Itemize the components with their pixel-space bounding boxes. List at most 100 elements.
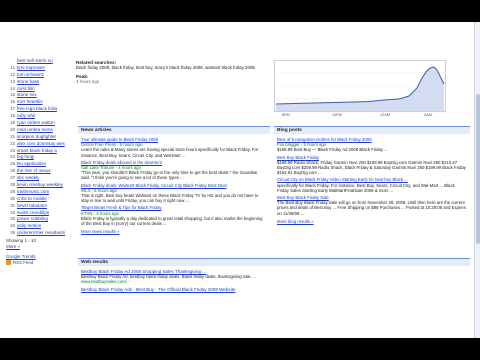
trend-rank: 26 — [10, 168, 15, 174]
news-snippet: Black Friday is typically a day dedicate… — [81, 215, 263, 227]
sidebar-trend-item[interactable]: 27 sbc weekly — [6, 175, 68, 182]
trend-link[interactable]: power cobbling — [17, 216, 48, 223]
trend-link[interactable]: smart black friday a — [17, 148, 57, 155]
main-content: Related searches: black friday 2008, bla… — [76, 60, 472, 117]
hot-trends-sidebar: best sell sterni nu 11 tyre naproxen 12 tom … — [6, 58, 68, 266]
trend-rank: 15 — [10, 92, 15, 98]
blog-item: Best Buy Black Friday Sale The Best Buy B… — [277, 195, 467, 216]
sidebar-trend-item[interactable]: 19 ryan orders walton — [6, 120, 68, 127]
web-results-header: Web results — [78, 258, 470, 266]
sidebar-trend-item[interactable]: best sell sterni nu — [6, 58, 68, 65]
trend-link[interactable]: the rise of nexus — [17, 168, 51, 175]
news-articles-list: Your ultimate guide to Black Friday 2008… — [81, 137, 267, 234]
web-result-title[interactable]: Bestbuy Black Friday Ads - Best Buy - Th… — [81, 287, 467, 292]
news-item: Target Beats Fresh & Tips for Black Frid… — [81, 205, 267, 226]
sidebar-trend-item[interactable]: 24 big fungi — [6, 154, 68, 161]
trend-rank: 22 — [10, 140, 15, 146]
vertical-scrollbar[interactable] — [474, 22, 480, 338]
sidebar-trend-item[interactable]: 12 tom schwartz — [6, 72, 68, 79]
sidebar-trend-item[interactable]: 31 bevel tabulator — [6, 203, 68, 210]
web-result-url: www.bestbuysales.com/ - — [81, 279, 130, 285]
sidebar-trend-item[interactable]: 13 stone bass — [6, 79, 68, 86]
sidebar-trend-item[interactable]: 18 ruby whit — [6, 113, 68, 120]
trend-rank: 27 — [10, 175, 15, 181]
trend-link[interactable]: tyre naproxen — [17, 65, 45, 72]
news-articles-header: News articles — [78, 126, 270, 134]
trend-link[interactable]: cnhs to mobile — [17, 196, 47, 203]
trend-link[interactable]: torrr heartilis — [17, 99, 43, 106]
trend-tick-3: 12AM — [380, 113, 390, 117]
trend-rank: 12 — [10, 71, 15, 77]
google-trends-link[interactable]: Google Trends — [6, 254, 68, 259]
sidebar-trend-item[interactable]: 33 power cobbling — [6, 216, 68, 223]
trend-link[interactable]: tom schwartz — [17, 72, 44, 79]
trend-link[interactable]: bevel tabulator — [17, 203, 47, 210]
trend-link[interactable]: alex com doomsay wes — [17, 141, 65, 148]
trend-rank: 20 — [10, 126, 15, 132]
trend-rank: 30 — [10, 195, 15, 201]
scrollbar-thumb[interactable] — [476, 94, 480, 244]
trend-link[interactable]: trashmusic.com — [17, 189, 49, 196]
trend-link[interactable]: ruby whit — [17, 113, 35, 120]
blog-snippet: $199.99 Best Buy — Black Friday Ad 2008 … — [277, 147, 388, 153]
letterbox-top — [0, 0, 480, 22]
sidebar-trend-item[interactable]: 23 smart black friday a — [6, 148, 68, 155]
sidebar-trend-item[interactable]: 34 yoliy motion — [6, 223, 68, 230]
sidebar-trend-item[interactable]: 16 torrr heartilis — [6, 99, 68, 106]
trend-link[interactable]: kevin ninebay weekley — [17, 182, 63, 189]
trend-link[interactable]: scorpion dogfighter — [17, 134, 56, 141]
sidebar-trend-item[interactable]: 25 lsu application — [6, 161, 68, 168]
news-snippet: That is right. Best buy beats Walmart on… — [81, 193, 259, 204]
web-results-list: Bestbuy Black Friday Ad 2008 Shopping Sa… — [81, 269, 467, 294]
sidebar-trend-item[interactable]: 32 swiss creed/lips — [6, 210, 68, 217]
trend-link[interactable]: yoliy motion — [17, 223, 41, 230]
trend-link[interactable]: stone mix — [17, 92, 37, 99]
sidebar-trend-item[interactable]: 29 trashmusic.com — [6, 189, 68, 196]
trend-link[interactable]: ryan orders walton — [17, 120, 55, 127]
sidebar-trend-item[interactable]: 22 alex com doomsay wes — [6, 141, 68, 148]
trend-link[interactable]: rorst film — [17, 86, 35, 93]
trend-rank: 33 — [10, 216, 15, 222]
sidebar-trend-item[interactable]: 20 rosa umbra mens — [6, 127, 68, 134]
trend-rank: 31 — [10, 202, 15, 208]
sidebar-trend-item[interactable]: 21 scorpion dogfighter — [6, 134, 68, 141]
trend-tick-2: 10PM — [332, 113, 342, 117]
web-result: Bestbuy Black Friday Ads - Best Buy - Th… — [81, 287, 467, 292]
trend-link[interactable]: lsu application — [17, 161, 46, 168]
blog-posts-list: Best of 5 navigation-clothes for Black F… — [277, 137, 467, 224]
trend-link[interactable]: sbc weekly — [17, 175, 39, 182]
trend-link[interactable]: big fungi — [17, 154, 34, 161]
sidebar-trend-item[interactable]: 26 the rise of nexus — [6, 168, 68, 175]
trend-rank: 18 — [10, 113, 15, 119]
trend-link[interactable]: free lego black frida — [17, 106, 57, 113]
trend-link[interactable]: rosa umbra mens — [17, 127, 53, 134]
sidebar-trend-item[interactable]: 30 cnhs to mobile — [6, 196, 68, 203]
sidebar-trend-item[interactable]: 35 undererrrrtier resultants — [6, 230, 68, 237]
showing-count: Showing 1 - 10 — [6, 238, 68, 243]
sidebar-trend-item[interactable]: 15 stone mix — [6, 92, 68, 99]
sidebar-trend-item[interactable]: 11 tyre naproxen — [6, 65, 68, 72]
trend-rank: 32 — [10, 209, 15, 215]
trend-link[interactable]: undererrrrtier resultants — [17, 230, 65, 237]
trend-rank: 28 — [10, 182, 15, 188]
blog-item: Best Buy Black Friday $199.99 Radio Shack… — [277, 155, 467, 176]
trend-link[interactable]: stone bass — [17, 79, 39, 86]
more-blogs-link[interactable]: More blog results » — [277, 219, 467, 224]
more-news-link[interactable]: More news results » — [81, 229, 267, 234]
trend-rank: 25 — [10, 161, 15, 167]
trend-link[interactable]: swiss creed/lips — [17, 210, 49, 217]
news-snippet: Learn the rules & Many stores are having… — [81, 147, 259, 158]
trend-rank: 21 — [10, 133, 15, 139]
more-link[interactable]: More » — [6, 244, 20, 249]
web-result: Bestbuy Black Friday Ad 2008 Shopping Sa… — [81, 269, 467, 285]
rss-icon — [6, 260, 11, 266]
sidebar-trend-item[interactable]: 14 rorst film — [6, 86, 68, 93]
trend-link[interactable]: best sell sterni nu — [17, 58, 53, 65]
trend-rank: 34 — [10, 223, 15, 229]
blog-snippet: specifically for Black Friday. For insta… — [277, 182, 455, 193]
news-item: Your ultimate guide to Black Friday 2008… — [81, 137, 267, 158]
sidebar-trend-item[interactable]: 28 kevin ninebay weekley — [6, 182, 68, 189]
rss-feed-link[interactable]: RSS Feed — [6, 260, 68, 266]
trend-tick-1: 8PM — [282, 113, 290, 117]
sidebar-trend-item[interactable]: 17 free lego black frida — [6, 106, 68, 113]
